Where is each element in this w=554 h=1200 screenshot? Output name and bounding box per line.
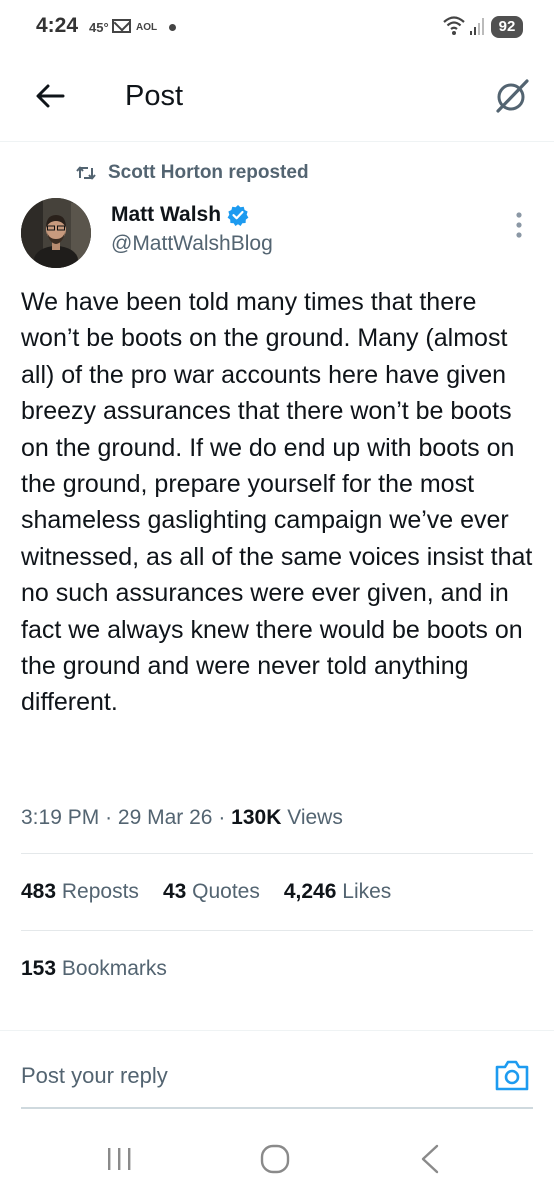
home-icon[interactable] <box>259 1143 291 1175</box>
status-time: 4:24 <box>36 14 79 37</box>
more-vertical-icon[interactable] <box>512 210 526 240</box>
author-handle[interactable]: @MattWalshBlog <box>111 232 273 256</box>
quotes-count: 43 <box>162 880 187 903</box>
wifi-icon <box>443 16 465 35</box>
reposts-stat[interactable]: 483 Reposts <box>21 880 139 904</box>
recent-apps-icon[interactable] <box>104 1146 134 1172</box>
tweet-meta: 3:19 PM · 29 Mar 26 · 130K Views <box>21 806 343 830</box>
bookmarks-label: Bookmarks <box>61 957 167 980</box>
verified-badge-icon <box>227 205 249 226</box>
tweet-time[interactable]: 3:19 PM <box>21 806 99 829</box>
reply-bar: Post your reply <box>0 1030 554 1110</box>
page-title: Post <box>125 80 184 112</box>
status-temperature: 45° <box>89 20 109 35</box>
camera-icon[interactable] <box>494 1058 530 1092</box>
reply-underline <box>21 1107 533 1109</box>
reposts-count: 483 <box>21 880 57 903</box>
author-name[interactable]: Matt Walsh <box>111 203 249 227</box>
repost-icon <box>76 166 96 180</box>
meta-separator: · <box>105 806 113 829</box>
signal-icon <box>470 18 484 35</box>
bookmarks-count: 153 <box>21 957 57 980</box>
tweet-date[interactable]: 29 Mar 26 <box>118 806 213 829</box>
views-label: Views <box>287 806 343 829</box>
likes-stat[interactable]: 4,246 Likes <box>284 880 391 904</box>
status-bar: 4:24 45° AOL 92 <box>0 0 554 58</box>
divider <box>21 930 533 931</box>
divider <box>21 853 533 854</box>
tweet-text: We have been told many times that there … <box>21 288 533 717</box>
nav-back-icon[interactable] <box>418 1143 442 1175</box>
repost-text: Scott Horton reposted <box>108 162 309 183</box>
views-count: 130K <box>231 806 282 829</box>
mail-icon <box>112 19 131 33</box>
bookmarks-stat[interactable]: 153 Bookmarks <box>21 957 167 981</box>
meta-separator: · <box>218 806 226 829</box>
notification-dot-icon <box>169 24 176 31</box>
likes-count: 4,246 <box>283 880 337 903</box>
quotes-stat[interactable]: 43 Quotes <box>163 880 260 904</box>
back-arrow-icon[interactable] <box>34 82 66 110</box>
battery-indicator: 92 <box>491 16 523 38</box>
grok-icon[interactable] <box>492 76 532 116</box>
repost-context[interactable]: Scott Horton reposted <box>76 161 309 185</box>
quotes-label: Quotes <box>192 880 260 903</box>
reposts-label: Reposts <box>61 880 139 903</box>
reply-input[interactable]: Post your reply <box>21 1063 168 1089</box>
likes-label: Likes <box>342 880 392 903</box>
status-mail-app: AOL <box>136 22 158 33</box>
engagement-stats: 483 Reposts 43 Quotes 4,246 Likes <box>21 880 415 904</box>
top-app-bar: Post <box>0 58 554 142</box>
system-nav-bar <box>0 1120 554 1200</box>
author-name-text: Matt Walsh <box>111 203 222 226</box>
avatar[interactable] <box>21 198 91 268</box>
